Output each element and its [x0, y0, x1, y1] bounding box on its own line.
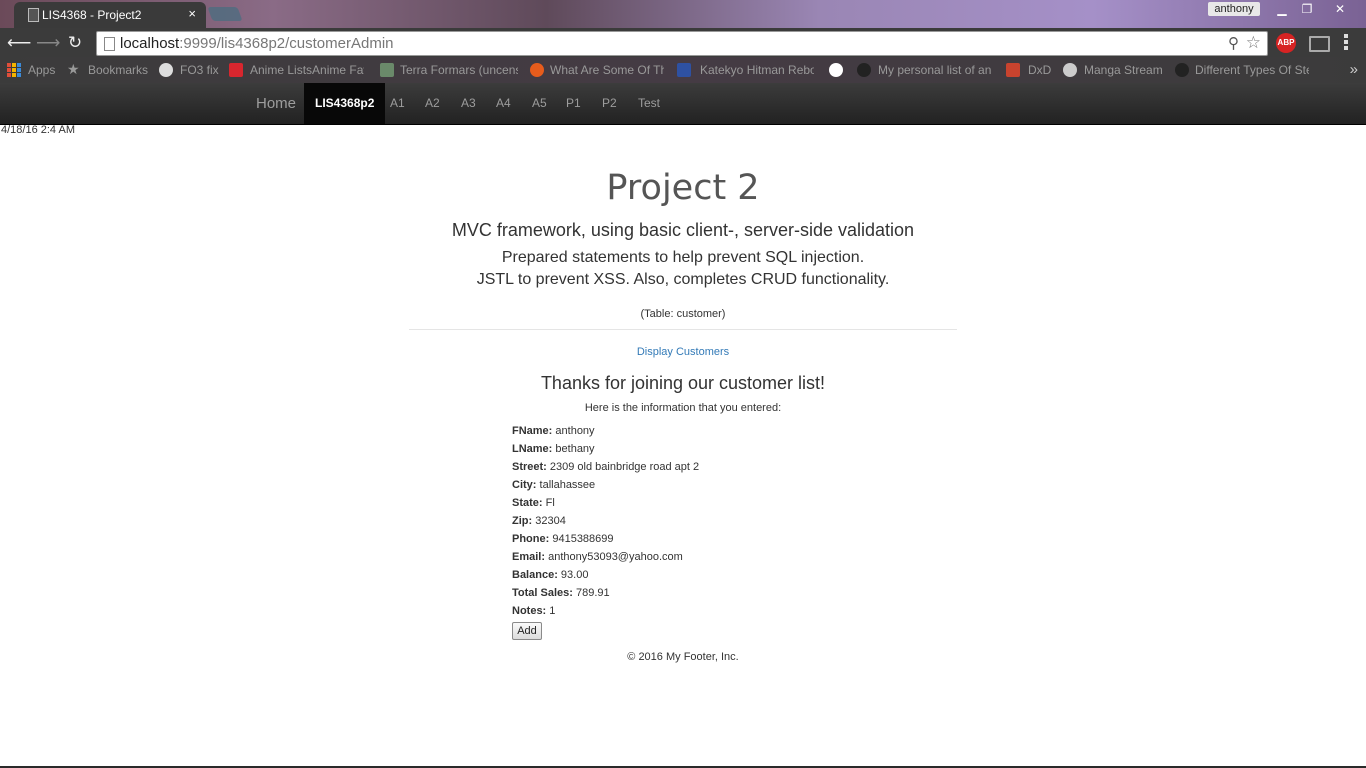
- steam-icon: [159, 63, 173, 77]
- page-title: Project 2: [606, 168, 760, 208]
- footer: © 2016 My Footer, Inc.: [627, 651, 739, 663]
- nav-p1[interactable]: P1: [566, 83, 581, 124]
- quora-icon: [530, 63, 544, 77]
- bookmark-anime-lists[interactable]: Anime ListsAnime Fav: [250, 63, 364, 77]
- adblock-icon[interactable]: ABP: [1276, 33, 1296, 53]
- divider: [409, 329, 957, 330]
- site-navbar: Home LIS4368p2 A1 A2 A3 A4 A5 P1 P2 Test: [0, 83, 1366, 125]
- thanks-heading: Thanks for joining our customer list!: [540, 373, 826, 393]
- page-subtitle: MVC framework, using basic client-, serv…: [451, 220, 915, 240]
- field-notes: Notes: 1: [512, 605, 556, 617]
- nav-a5[interactable]: A5: [532, 83, 547, 124]
- steam-guide-icon: [857, 63, 871, 77]
- bookmark-fo3-fix[interactable]: FO3 fix: [180, 63, 219, 77]
- new-tab-button[interactable]: [207, 7, 243, 21]
- tab-title: LIS4368 - Project2: [42, 8, 142, 22]
- bookmark-different-types[interactable]: Different Types Of Ste: [1195, 63, 1309, 77]
- mal-icon: [677, 63, 691, 77]
- table-note: (Table: customer): [640, 308, 726, 320]
- field-city: City: tallahassee: [512, 479, 596, 491]
- bookmark-bookmarks[interactable]: Bookmarks: [88, 63, 148, 77]
- forward-icon[interactable]: ⟶: [36, 33, 60, 53]
- close-window-icon[interactable]: ✕: [1328, 0, 1352, 18]
- timestamp: 4/18/16 2:4 AM: [1, 124, 75, 136]
- window-titlebar: LIS4368 - Project2 × anthony ▁ ❐ ✕: [0, 0, 1366, 28]
- intro-text: Here is the information that you entered…: [584, 402, 782, 414]
- nav-test[interactable]: Test: [638, 83, 660, 124]
- bookmark-dxd[interactable]: DxD: [1028, 63, 1051, 77]
- field-zip: Zip: 32304: [512, 515, 566, 527]
- manga-stream-icon: [1063, 63, 1077, 77]
- minimize-icon[interactable]: ▁: [1270, 0, 1294, 18]
- url-text[interactable]: localhost:9999/lis4368p2/customerAdmin: [120, 35, 394, 52]
- bookmark-apps[interactable]: Apps: [28, 63, 55, 77]
- field-balance: Balance: 93.00: [512, 569, 589, 581]
- nav-a3[interactable]: A3: [461, 83, 476, 124]
- cast-icon[interactable]: [1309, 36, 1330, 52]
- page-icon: [28, 8, 39, 22]
- anime-list-icon: [229, 63, 243, 77]
- nav-a2[interactable]: A2: [425, 83, 440, 124]
- nav-p2[interactable]: P2: [602, 83, 617, 124]
- chrome-menu-icon[interactable]: [1344, 34, 1348, 52]
- steam-community-icon: [1175, 63, 1189, 77]
- field-phone: Phone: 9415388699: [512, 533, 614, 545]
- bookmark-manga-stream[interactable]: Manga Stream: [1084, 63, 1163, 77]
- nav-home[interactable]: Home: [256, 83, 296, 124]
- apps-icon: [7, 63, 21, 77]
- bookmark-katekyo-hitman[interactable]: Katekyo Hitman Rebo: [700, 63, 814, 77]
- star-icon: ★: [67, 61, 80, 77]
- bookmarks-bar: Apps ★ Bookmarks FO3 fix Anime ListsAnim…: [0, 57, 1366, 83]
- terra-formars-icon: [380, 63, 394, 77]
- nav-a1[interactable]: A1: [390, 83, 405, 124]
- browser-toolbar: ⟵ ⟶ ↻ localhost:9999/lis4368p2/customerA…: [0, 28, 1366, 57]
- field-fname: FName: anthony: [512, 425, 595, 437]
- field-lname: LName: bethany: [512, 443, 595, 455]
- description-line-1: Prepared statements to help prevent SQL …: [501, 249, 865, 266]
- bookmark-star-icon[interactable]: ☆: [1246, 33, 1261, 53]
- field-email: Email: anthony53093@yahoo.com: [512, 551, 683, 563]
- restore-icon[interactable]: ❐: [1295, 0, 1319, 18]
- bookmark-personal-list[interactable]: My personal list of an: [878, 63, 993, 77]
- add-button[interactable]: Add: [512, 622, 542, 640]
- dxd-icon: [1006, 63, 1020, 77]
- zoom-icon[interactable]: ⚲: [1228, 34, 1239, 52]
- address-bar[interactable]: localhost:9999/lis4368p2/customerAdmin ⚲…: [96, 31, 1268, 56]
- reload-icon[interactable]: ↻: [65, 33, 85, 53]
- bookmark-terra-formars[interactable]: Terra Formars (uncens: [400, 63, 518, 77]
- tab-close-icon[interactable]: ×: [188, 6, 196, 21]
- field-street: Street: 2309 old bainbridge road apt 2: [512, 461, 700, 473]
- bookmark-what-are-some[interactable]: What Are Some Of Th: [550, 63, 664, 77]
- field-state: State: Fl: [512, 497, 555, 509]
- back-icon[interactable]: ⟵: [7, 33, 31, 53]
- customer-info-list: FName: anthony LName: bethany Street: 23…: [512, 424, 699, 622]
- display-customers-link[interactable]: Display Customers: [637, 346, 729, 358]
- target-icon: [829, 63, 843, 77]
- more-bookmarks-icon[interactable]: »: [1350, 61, 1358, 78]
- profile-user-badge[interactable]: anthony: [1208, 2, 1260, 16]
- nav-lis4368p2[interactable]: LIS4368p2: [304, 83, 386, 124]
- field-total-sales: Total Sales: 789.91: [512, 587, 610, 599]
- description-line-2: JSTL to prevent XSS. Also, completes CRU…: [476, 271, 890, 288]
- page-info-icon[interactable]: [104, 37, 115, 51]
- browser-tab[interactable]: LIS4368 - Project2 ×: [14, 2, 206, 28]
- nav-a4[interactable]: A4: [496, 83, 511, 124]
